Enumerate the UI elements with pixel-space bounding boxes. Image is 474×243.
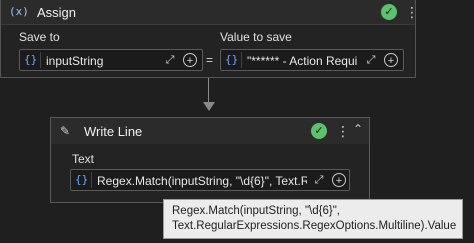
value-to-save-value: "****** - Action Requi (247, 54, 358, 68)
sequence-connector-arrow (203, 102, 215, 111)
expression-brace-icon: {} (24, 53, 38, 66)
sequence-connector-line (208, 78, 209, 102)
tooltip-line-1: Regex.Match(inputString, "\d{6}", (172, 205, 340, 217)
assign-variable-icon: (x) (9, 5, 29, 18)
expand-editor-icon[interactable]: ⤢ (164, 54, 176, 66)
add-plus-icon[interactable]: + (183, 53, 197, 67)
field-separator (91, 172, 92, 188)
add-plus-icon[interactable]: + (332, 173, 346, 187)
collapse-icon[interactable]: ⌃ (353, 122, 363, 136)
save-to-field[interactable]: {} inputString ⤢ + (19, 49, 203, 71)
equals-sign: = (206, 53, 214, 67)
check-circle-icon: ✓ (381, 4, 397, 20)
text-label: Text (72, 152, 95, 166)
add-plus-icon[interactable]: + (384, 53, 398, 67)
tooltip-line-2: Text.RegularExpressions.RegexOptions.Mul… (172, 220, 457, 232)
expression-tooltip: Regex.Match(inputString, "\d{6}", Text.R… (163, 199, 463, 239)
expression-brace-icon: {} (75, 173, 89, 186)
expression-brace-icon: {} (225, 53, 239, 66)
save-to-label: Save to (19, 30, 60, 44)
text-value: Regex.Match(inputString, "\d{6}", Text.R… (97, 174, 307, 188)
text-field[interactable]: {} Regex.Match(inputString, "\d{6}", Tex… (70, 169, 350, 191)
assign-header[interactable]: (x) Assign ✓ ⋮ (1, 0, 419, 25)
value-to-save-field[interactable]: {} "****** - Action Requi ⤢ + (220, 49, 404, 71)
more-options-icon[interactable]: ⋮ (405, 4, 419, 20)
save-to-value: inputString (46, 54, 104, 68)
expand-editor-icon[interactable]: ⤢ (313, 174, 325, 186)
write-line-pen-icon: ✎ (60, 124, 71, 138)
field-separator (40, 52, 41, 68)
check-circle-icon: ✓ (311, 123, 327, 139)
more-options-icon[interactable]: ⋮ (336, 123, 350, 139)
assign-activity-card[interactable]: (x) Assign ✓ ⋮ Save to Value to save {} … (0, 0, 419, 78)
field-separator (241, 52, 242, 68)
write-line-header[interactable]: ✎ Write Line ✓ ⋮ ⌃ (51, 118, 369, 144)
write-line-activity-card[interactable]: ✎ Write Line ✓ ⋮ ⌃ Text {} Regex.Match(i… (50, 117, 370, 203)
expand-editor-icon[interactable]: ⤢ (365, 54, 377, 66)
workflow-canvas: (x) Assign ✓ ⋮ Save to Value to save {} … (0, 0, 474, 243)
write-line-title: Write Line (84, 124, 143, 139)
value-to-save-label: Value to save (220, 30, 292, 44)
assign-title: Assign (37, 5, 77, 20)
